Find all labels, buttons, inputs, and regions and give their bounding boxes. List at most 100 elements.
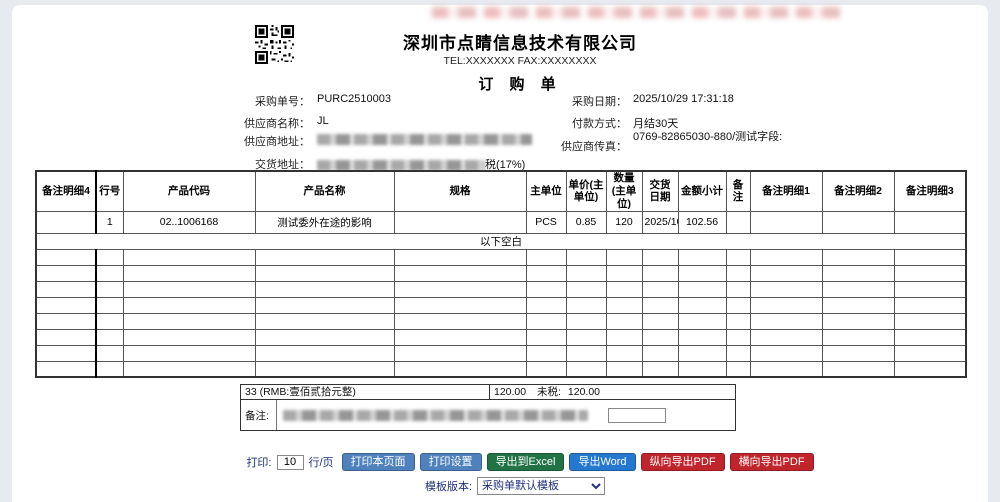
redacted-header-text	[432, 7, 840, 18]
cell	[123, 329, 255, 345]
purchase-order-no-label: 采购单号：	[220, 93, 310, 109]
cell	[606, 329, 642, 345]
cell	[822, 329, 894, 345]
purchase-date-label: 采购日期：	[537, 93, 627, 109]
cell	[96, 297, 123, 313]
cell	[642, 249, 678, 265]
action-button[interactable]: 打印本页面	[342, 453, 415, 471]
column-header: 金额小计	[678, 171, 726, 211]
column-header: 产品名称	[255, 171, 394, 211]
cell	[255, 329, 394, 345]
cell	[678, 345, 726, 361]
order-table: 备注明细4行号产品代码产品名称规格主单位单价(主单位)数量(主单位)交货日期金额…	[35, 170, 967, 378]
cell	[726, 281, 750, 297]
cell	[566, 281, 606, 297]
table-row-empty	[36, 345, 966, 361]
table-row-empty	[36, 297, 966, 313]
cell	[822, 345, 894, 361]
action-button[interactable]: 横向导出PDF	[730, 453, 814, 471]
cell	[36, 211, 96, 233]
cell	[606, 249, 642, 265]
cell	[394, 211, 526, 233]
cell: 2025/10/29	[642, 211, 678, 233]
cell	[678, 297, 726, 313]
cell	[526, 281, 566, 297]
cell	[606, 297, 642, 313]
redacted-text	[317, 160, 485, 171]
cell	[822, 281, 894, 297]
cell	[894, 249, 966, 265]
cell	[526, 313, 566, 329]
table-row-empty	[36, 313, 966, 329]
cell	[96, 249, 123, 265]
cell	[526, 361, 566, 377]
cell	[750, 297, 822, 313]
cell	[394, 249, 526, 265]
column-header: 备注明细4	[36, 171, 96, 211]
action-button[interactable]: 纵向导出PDF	[641, 453, 725, 471]
column-header: 交货日期	[642, 171, 678, 211]
cell	[678, 361, 726, 377]
column-header: 备注明细2	[822, 171, 894, 211]
cell: 1	[96, 211, 123, 233]
cell	[750, 249, 822, 265]
summary-row-remark: 备注:	[241, 400, 735, 430]
cell	[96, 265, 123, 281]
supplier-name-value: JL	[317, 115, 329, 127]
cell	[678, 249, 726, 265]
redacted-text	[317, 134, 532, 145]
cell	[894, 297, 966, 313]
cell	[642, 265, 678, 281]
cell	[36, 329, 96, 345]
cell: 测试委外在途的影响	[255, 211, 394, 233]
template-controls: 模板版本: 采购单默认模板	[0, 477, 1000, 495]
cell	[566, 313, 606, 329]
cell	[726, 249, 750, 265]
cell	[894, 345, 966, 361]
cell	[726, 329, 750, 345]
cell: PCS	[526, 211, 566, 233]
rows-per-page-input[interactable]	[277, 455, 304, 470]
company-name: 深圳市点睛信息技术有限公司	[250, 29, 790, 54]
cell	[255, 361, 394, 377]
remark-label: 备注:	[241, 400, 277, 430]
cell	[96, 345, 123, 361]
cell	[566, 329, 606, 345]
cell	[642, 281, 678, 297]
document-title: 订 购 单	[250, 73, 790, 94]
action-button[interactable]: 导出到Excel	[487, 453, 565, 471]
remark-extra-box	[608, 408, 666, 423]
cell	[123, 297, 255, 313]
cell	[894, 313, 966, 329]
redacted-text	[283, 410, 588, 421]
table-row-empty	[36, 361, 966, 377]
cell	[96, 329, 123, 345]
cell	[566, 265, 606, 281]
cell	[726, 297, 750, 313]
cell	[566, 345, 606, 361]
column-header: 备注明细3	[894, 171, 966, 211]
tel-fax-line: TEL:XXXXXXX FAX:XXXXXXXX	[250, 55, 790, 67]
cell	[678, 281, 726, 297]
cell	[822, 249, 894, 265]
payment-terms-value: 月结30天	[633, 115, 678, 131]
cell	[255, 297, 394, 313]
supplier-fax-label: 供应商传真：	[537, 138, 627, 154]
cell	[255, 313, 394, 329]
print-controls: 打印: 行/页 打印本页面打印设置导出到Excel导出Word纵向导出PDF横向…	[0, 453, 1000, 471]
summary-amount-text: 120.00 未税: 120.00	[490, 385, 735, 399]
amount-value: 120.00	[494, 386, 526, 398]
cell	[96, 313, 123, 329]
cell	[750, 265, 822, 281]
template-version-select[interactable]: 采购单默认模板	[477, 477, 605, 495]
action-button[interactable]: 导出Word	[569, 453, 635, 471]
cell	[894, 361, 966, 377]
table-row-empty	[36, 281, 966, 297]
cell	[36, 281, 96, 297]
cell	[726, 361, 750, 377]
blank-row: 以下空白	[36, 233, 966, 249]
payment-terms-label: 付款方式：	[537, 115, 627, 131]
cell	[750, 345, 822, 361]
action-button[interactable]: 打印设置	[420, 453, 482, 471]
cell	[255, 249, 394, 265]
